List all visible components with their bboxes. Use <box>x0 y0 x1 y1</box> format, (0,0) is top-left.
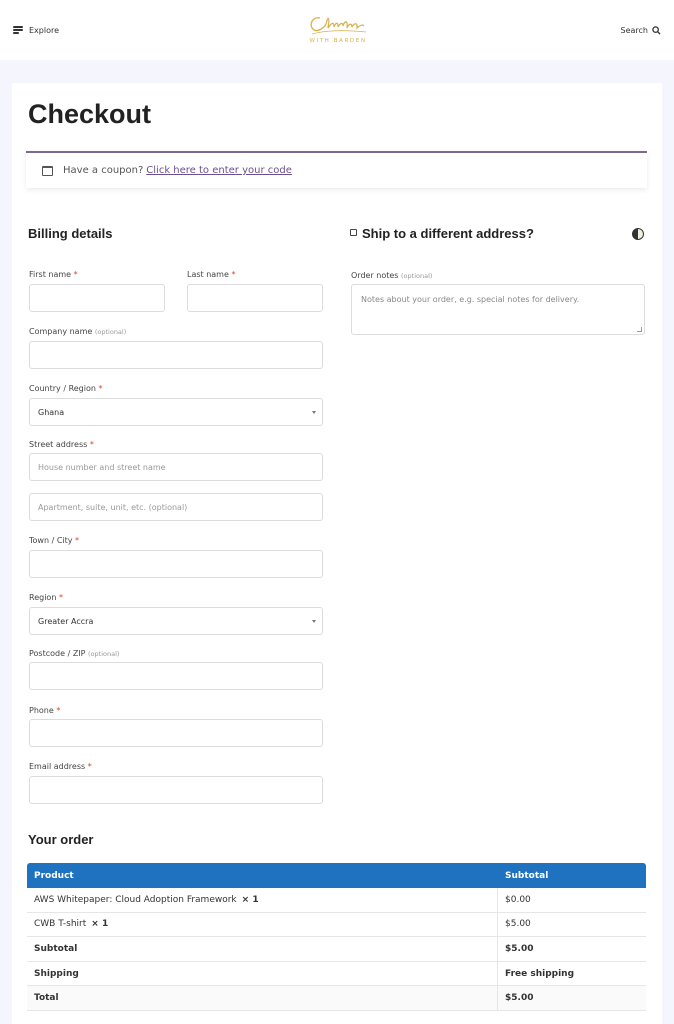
country-select[interactable]: Ghana <box>29 398 323 426</box>
street2-input[interactable]: Apartment, suite, unit, etc. (optional) <box>29 493 323 521</box>
region-select[interactable]: Greater Accra <box>29 607 323 635</box>
product-name-cell: CWB T-shirt × 1 <box>27 912 498 937</box>
town-input[interactable] <box>29 550 323 578</box>
subtotal-row: Subtotal $5.00 <box>27 937 646 962</box>
phone-input[interactable] <box>29 719 323 747</box>
table-row: CWB T-shirt × 1 $5.00 <box>27 912 646 938</box>
subtotal-label: Subtotal <box>27 937 498 961</box>
chevron-down-icon <box>312 411 316 414</box>
billing-heading: Billing details <box>28 226 113 241</box>
country-value: Ghana <box>38 407 65 417</box>
postcode-input[interactable] <box>29 662 323 690</box>
col-subtotal-header: Subtotal <box>505 870 549 881</box>
product-name-cell: AWS Whitepaper: Cloud Adoption Framework… <box>27 888 498 912</box>
order-notes-label: Order notes (optional) <box>351 271 433 280</box>
checkout-card: Checkout Have a coupon? Click here to en… <box>12 83 662 1024</box>
email-input[interactable] <box>29 776 323 804</box>
site-logo[interactable]: WITH BARDEN <box>302 10 374 50</box>
product-subtotal-cell: $5.00 <box>505 919 531 930</box>
search-button[interactable]: Search <box>621 22 661 38</box>
product-subtotal-cell: $0.00 <box>505 894 531 905</box>
contrast-toggle-icon[interactable] <box>632 228 644 240</box>
street2-placeholder: Apartment, suite, unit, etc. (optional) <box>38 502 188 512</box>
logo-subtitle: WITH BARDEN <box>309 38 367 44</box>
order-notes-textarea[interactable]: Notes about your order, e.g. special not… <box>351 284 645 335</box>
explore-menu-button[interactable]: Explore <box>13 22 59 38</box>
street-label: Street address * <box>29 440 94 449</box>
shipping-row: Shipping Free shipping <box>27 961 646 987</box>
street-placeholder: House number and street name <box>38 462 166 472</box>
coupon-notice: Have a coupon? Click here to enter your … <box>26 151 647 188</box>
ship-different-checkbox[interactable] <box>350 229 357 236</box>
last-name-label: Last name * <box>187 270 236 279</box>
order-review-table: Product Subtotal AWS Whitepaper: Cloud A… <box>27 863 646 1011</box>
company-input[interactable] <box>29 341 323 369</box>
company-label: Company name (optional) <box>29 327 127 336</box>
postcode-label: Postcode / ZIP (optional) <box>29 649 120 658</box>
page-title: Checkout <box>28 99 152 129</box>
ship-different-heading[interactable]: Ship to a different address? <box>362 226 534 241</box>
order-table-header: Product Subtotal <box>27 863 646 888</box>
col-product-header: Product <box>34 870 74 881</box>
street-input[interactable]: House number and street name <box>29 453 323 481</box>
country-label: Country / Region * <box>29 384 103 393</box>
explore-label: Explore <box>29 25 60 35</box>
order-notes-placeholder: Notes about your order, e.g. special not… <box>361 295 580 304</box>
phone-label: Phone * <box>29 706 61 715</box>
site-header: Explore WITH BARDEN Search <box>0 0 674 60</box>
subtotal-value: $5.00 <box>505 943 534 954</box>
resize-handle-icon[interactable] <box>637 327 642 332</box>
search-label: Search <box>620 25 648 35</box>
your-order-heading: Your order <box>28 832 94 847</box>
last-name-input[interactable] <box>187 284 323 312</box>
coupon-text: Have a coupon? <box>63 165 144 176</box>
calendar-icon <box>42 165 53 176</box>
coupon-link[interactable]: Click here to enter your code <box>146 165 292 176</box>
total-label: Total <box>27 986 498 1010</box>
shipping-value: Free shipping <box>505 968 575 979</box>
region-label: Region * <box>29 593 63 602</box>
logo-script-icon <box>310 17 367 35</box>
email-label: Email address * <box>29 762 92 771</box>
shipping-label: Shipping <box>27 961 498 986</box>
chevron-down-icon <box>312 620 316 623</box>
first-name-label: First name * <box>29 270 78 279</box>
menu-icon <box>13 26 23 34</box>
total-row: Total $5.00 <box>27 986 646 1011</box>
first-name-input[interactable] <box>29 284 165 312</box>
region-value: Greater Accra <box>38 616 94 626</box>
search-icon <box>652 25 661 35</box>
table-row: AWS Whitepaper: Cloud Adoption Framework… <box>27 888 646 913</box>
town-label: Town / City * <box>29 536 80 545</box>
total-value: $5.00 <box>505 993 534 1004</box>
